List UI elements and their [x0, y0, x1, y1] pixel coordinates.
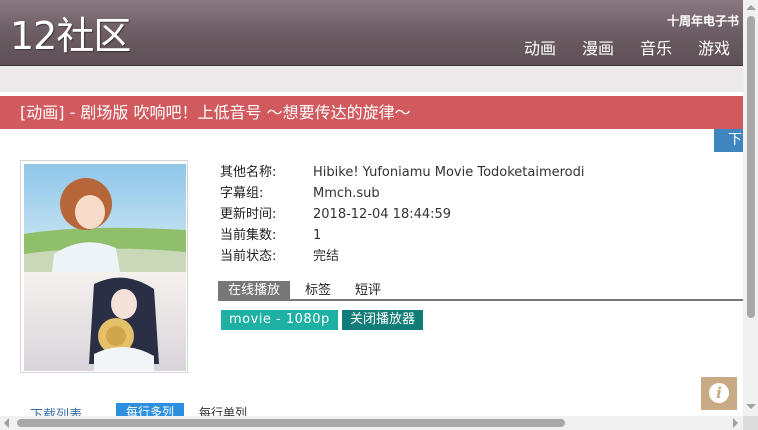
detail-label: 当前状态:	[220, 249, 277, 264]
scrollbar-corner	[743, 416, 758, 430]
detail-value: 2018-12-04 18:44:59	[313, 207, 452, 222]
detail-row-alt-name: 其他名称: Hibike! Yufoniamu Movie Todoketaim…	[220, 164, 585, 185]
detail-label: 其他名称:	[220, 165, 277, 180]
detail-value: 完结	[313, 249, 340, 264]
nav-item-manga[interactable]: 漫画	[582, 38, 614, 60]
nav-item-music[interactable]: 音乐	[640, 38, 672, 60]
episode-button[interactable]: movie - 1080p	[221, 310, 338, 330]
horizontal-scroll-thumb[interactable]	[17, 419, 565, 427]
scroll-left-arrow-icon[interactable]	[4, 418, 9, 428]
site-logo[interactable]: 12社区	[10, 12, 131, 60]
main-nav: 动画 漫画 音乐 游戏	[498, 38, 730, 60]
nav-item-games[interactable]: 游戏	[698, 38, 730, 60]
detail-label: 当前集数:	[220, 228, 277, 243]
info-icon: i	[709, 383, 729, 403]
vertical-scroll-thumb[interactable]	[747, 16, 755, 318]
detail-row-subgroup: 字幕组: Mmch.sub	[220, 185, 585, 206]
tab-short-reviews[interactable]: 短评	[355, 281, 381, 300]
detail-row-status: 当前状态: 完结	[220, 248, 585, 269]
detail-label: 更新时间:	[220, 207, 277, 222]
scroll-down-arrow-icon[interactable]	[746, 404, 756, 409]
scroll-right-arrow-icon[interactable]	[733, 418, 738, 428]
poster-art	[24, 164, 186, 371]
detail-row-updated: 更新时间: 2018-12-04 18:44:59	[220, 206, 585, 227]
download-tab[interactable]: 下载	[714, 129, 743, 152]
detail-value: 1	[313, 228, 322, 243]
nav-item-anime[interactable]: 动画	[524, 38, 556, 60]
detail-row-episodes: 当前集数: 1	[220, 227, 585, 248]
horizontal-scrollbar[interactable]	[0, 416, 743, 430]
tab-tags[interactable]: 标签	[305, 281, 331, 300]
detail-value: Hibike! Yufoniamu Movie Todoketaimerodi	[313, 165, 585, 180]
anniversary-ebook-link[interactable]: 十周年电子书	[667, 12, 739, 29]
close-player-button[interactable]: 关闭播放器	[342, 310, 424, 330]
tab-online-play[interactable]: 在线播放	[218, 281, 291, 300]
header-spacer-band	[0, 66, 743, 92]
page-title: [动画] - 剧场版 吹响吧！上低音号 ～想要传达的旋律～	[20, 103, 411, 122]
detail-label: 字幕组:	[220, 186, 264, 201]
content-tabs: 在线播放 标签 短评	[218, 281, 743, 301]
info-button[interactable]: i	[701, 377, 737, 410]
title-bar: [动画] - 剧场版 吹响吧！上低音号 ～想要传达的旋律～	[0, 96, 743, 129]
vertical-scrollbar[interactable]	[743, 0, 758, 416]
scroll-up-arrow-icon[interactable]	[746, 5, 756, 10]
detail-value: Mmch.sub	[313, 186, 380, 201]
poster-image	[20, 160, 188, 373]
site-header: 12社区 十周年电子书 动画 漫画 音乐 游戏	[0, 0, 743, 66]
anime-details: 其他名称: Hibike! Yufoniamu Movie Todoketaim…	[220, 164, 585, 269]
